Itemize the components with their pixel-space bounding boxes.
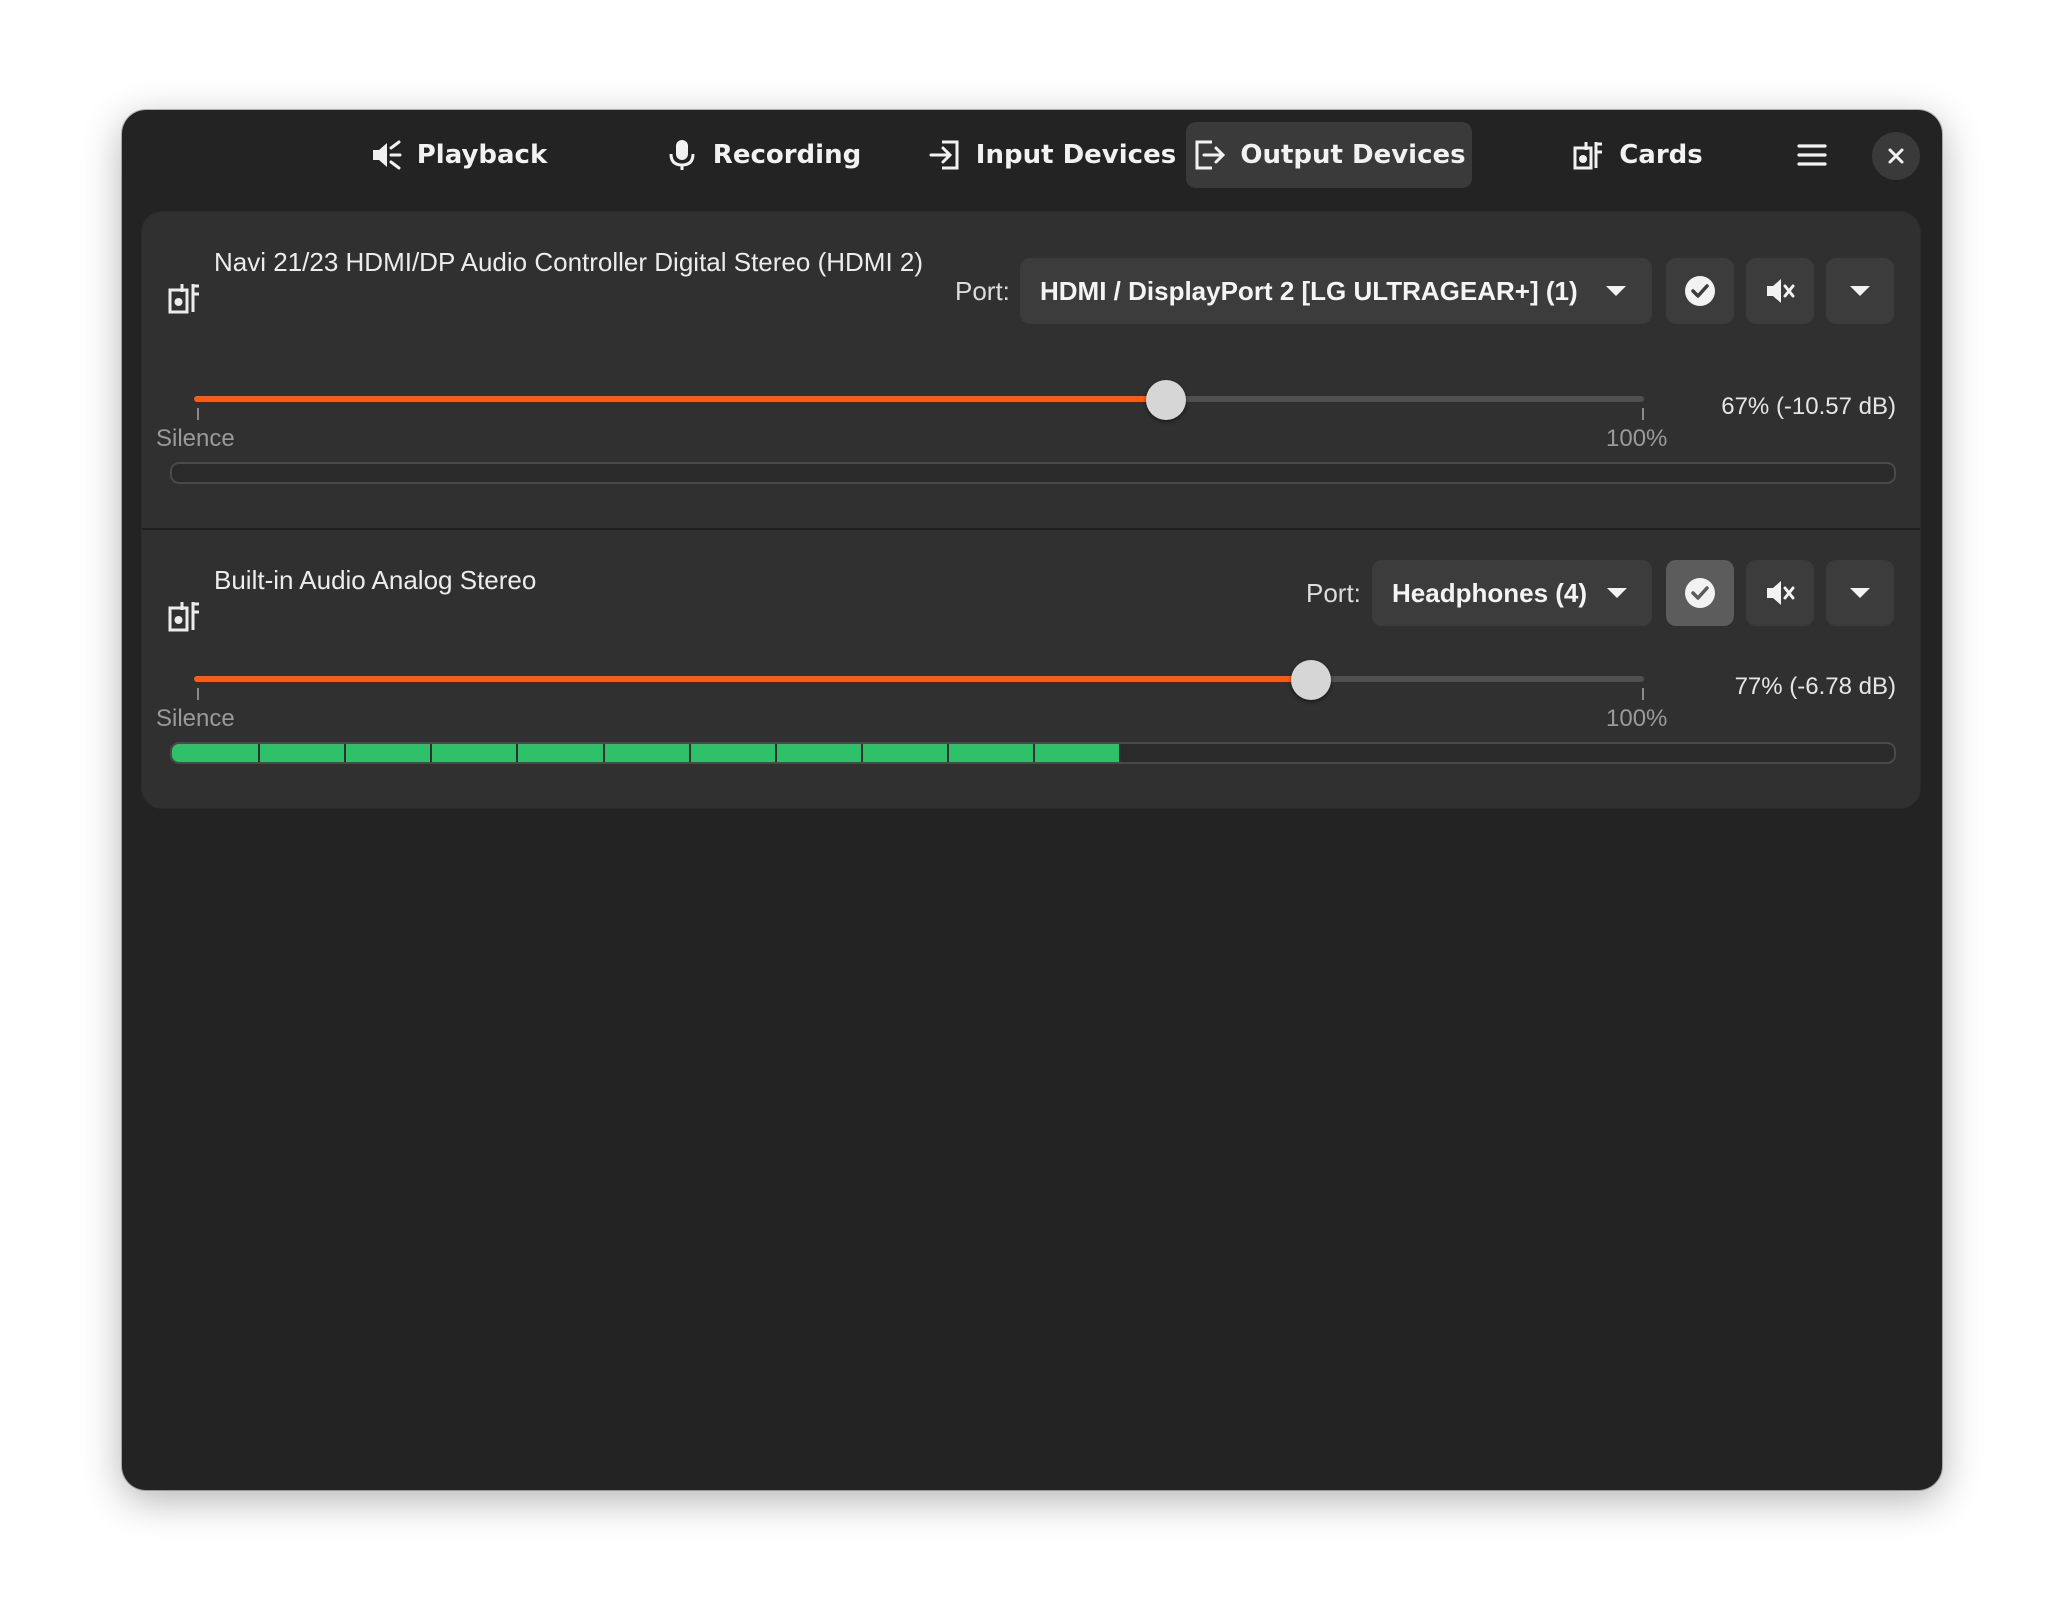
- device-name: Navi 21/23 HDMI/DP Audio Controller Digi…: [214, 247, 924, 277]
- level-segment-divider: [1033, 744, 1035, 762]
- tab-label: Recording: [712, 140, 862, 170]
- speaker-icon: [369, 138, 403, 172]
- silence-label: Silence: [156, 425, 235, 452]
- volume-slider[interactable]: [194, 380, 1644, 420]
- tick-100: [1642, 408, 1644, 420]
- max-label: 100%: [1606, 705, 1668, 732]
- port-dropdown[interactable]: Headphones (4): [1372, 560, 1652, 626]
- header-bar: Playback Recording Input Devices Output …: [122, 110, 1942, 210]
- set-default-button[interactable]: [1666, 258, 1734, 324]
- chevron-down-icon: [1605, 586, 1629, 600]
- chevron-down-icon: [1848, 586, 1872, 600]
- tab-output-devices[interactable]: Output Devices: [1186, 122, 1472, 188]
- level-segment-divider: [516, 744, 519, 762]
- level-segment-divider: [258, 744, 261, 762]
- level-segment-divider: [602, 744, 605, 762]
- pavucontrol-window: Playback Recording Input Devices Output …: [122, 110, 1942, 1490]
- max-label: 100%: [1606, 425, 1668, 452]
- sound-card-icon: [166, 280, 202, 316]
- chevron-down-icon: [1848, 284, 1872, 298]
- tick-silence: [197, 408, 199, 420]
- tab-playback[interactable]: Playback: [358, 122, 558, 188]
- level-meter-fill: [172, 744, 1120, 762]
- port-value: Headphones (4): [1392, 577, 1588, 608]
- level-segment-divider: [688, 744, 691, 762]
- tab-label: Playback: [416, 140, 548, 170]
- device-row: Built-in Audio Analog Stereo Port: Headp…: [142, 530, 1920, 808]
- device-name: Built-in Audio Analog Stereo: [214, 565, 537, 595]
- speaker-muted-icon: [1763, 274, 1797, 308]
- tab-input-devices[interactable]: Input Devices: [922, 122, 1182, 188]
- checkmark-icon: [1683, 274, 1717, 308]
- checkmark-icon: [1683, 576, 1717, 610]
- more-options-button[interactable]: [1826, 560, 1894, 626]
- sound-card-icon: [166, 598, 202, 634]
- tab-recording[interactable]: Recording: [652, 122, 874, 188]
- tick-silence: [197, 688, 199, 700]
- level-segment-divider: [946, 744, 949, 762]
- chevron-down-icon: [1604, 284, 1628, 298]
- level-segment-divider: [430, 744, 433, 762]
- tab-cards[interactable]: Cards: [1552, 122, 1722, 188]
- sound-card-icon: [1571, 138, 1605, 172]
- microphone-icon: [665, 138, 699, 172]
- mute-button[interactable]: [1746, 258, 1814, 324]
- speaker-muted-icon: [1763, 576, 1797, 610]
- level-segment-divider: [774, 744, 777, 762]
- close-icon: [1886, 146, 1906, 166]
- port-value: HDMI / DisplayPort 2 [LG ULTRAGEAR+] (1): [1040, 275, 1578, 306]
- level-segment-divider: [860, 744, 863, 762]
- tick-100: [1642, 688, 1644, 700]
- level-segment-divider: [1119, 744, 1122, 762]
- port-label: Port:: [955, 276, 1010, 306]
- slider-fill: [194, 396, 1166, 402]
- set-default-button[interactable]: [1666, 560, 1734, 626]
- output-devices-list: Navi 21/23 HDMI/DP Audio Controller Digi…: [142, 212, 1920, 808]
- volume-slider[interactable]: [194, 660, 1644, 700]
- tab-label: Input Devices: [975, 140, 1177, 170]
- device-row: Navi 21/23 HDMI/DP Audio Controller Digi…: [142, 212, 1920, 528]
- slider-fill: [194, 676, 1311, 682]
- port-dropdown[interactable]: HDMI / DisplayPort 2 [LG ULTRAGEAR+] (1): [1020, 258, 1652, 324]
- port-label: Port:: [1306, 578, 1361, 608]
- mute-button[interactable]: [1746, 560, 1814, 626]
- close-button[interactable]: [1872, 132, 1920, 180]
- input-devices-icon: [928, 138, 962, 172]
- tab-label: Output Devices: [1240, 140, 1466, 170]
- silence-label: Silence: [156, 705, 235, 732]
- level-segment-divider: [344, 744, 347, 762]
- more-options-button[interactable]: [1826, 258, 1894, 324]
- volume-readout: 77% (-6.78 dB): [1734, 673, 1896, 700]
- slider-handle[interactable]: [1145, 380, 1186, 420]
- hamburger-menu-icon[interactable]: [1788, 131, 1836, 179]
- level-meter: [170, 742, 1896, 764]
- tab-label: Cards: [1619, 140, 1703, 170]
- slider-handle[interactable]: [1290, 660, 1331, 700]
- level-meter: [170, 462, 1896, 484]
- output-devices-icon: [1192, 138, 1226, 172]
- volume-readout: 67% (-10.57 dB): [1721, 393, 1896, 420]
